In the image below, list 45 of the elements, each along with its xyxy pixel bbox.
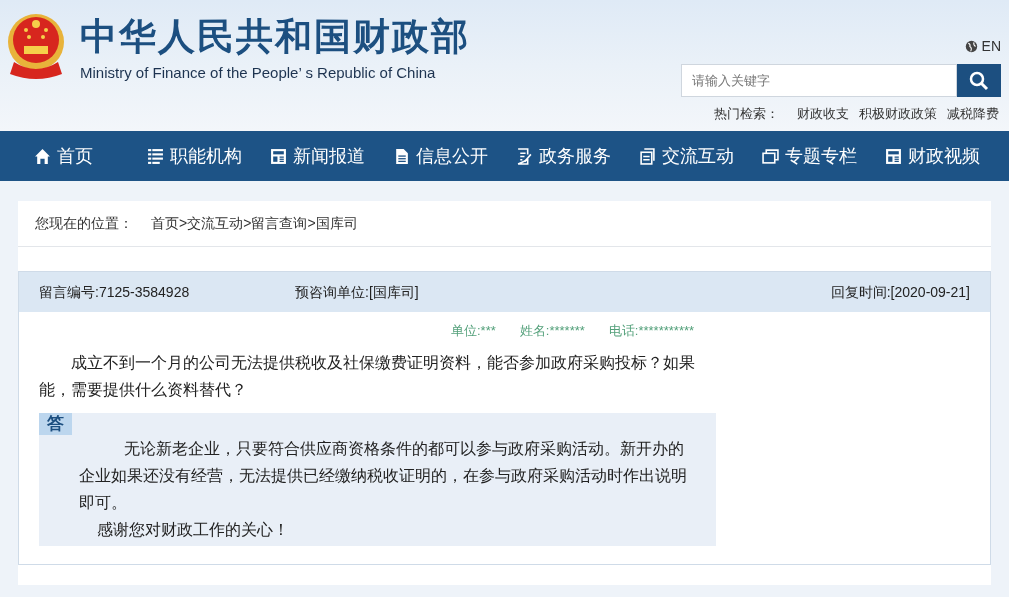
sender-info: 姓名:******* [519, 322, 585, 340]
site-title: 中华人民共和国财政部 [80, 16, 470, 58]
sender-info: 单位:*** [451, 322, 496, 340]
newspaper-icon [885, 147, 902, 165]
search-icon [969, 70, 989, 91]
hot-search-label: 热门检索： [714, 105, 779, 123]
site-subtitle: Ministry of Finance of the People’ s Republic of China [80, 63, 437, 83]
home-icon [34, 147, 51, 165]
breadcrumb-label: 您现在的位置： [35, 214, 133, 233]
breadcrumb-link[interactable]: 交流互动 [187, 213, 244, 234]
breadcrumb-link[interactable]: 首页 [151, 213, 179, 234]
message-number: 留言编号:7125-3584928 [39, 282, 191, 302]
nav-item[interactable]: 职能机构 [147, 142, 242, 170]
globe-icon [964, 40, 978, 53]
consult-unit: 预咨询单位:[国库司] [295, 282, 420, 302]
sender-info: 电话:*********** [608, 322, 695, 340]
language-link[interactable]: EN [964, 36, 1001, 57]
nav-item[interactable]: 专题专栏 [762, 142, 857, 170]
nav-item[interactable]: 财政视频 [885, 142, 980, 170]
breadcrumb-separator: > [307, 214, 316, 233]
nav-item[interactable]: 信息公开 [393, 142, 488, 170]
nav-item[interactable]: 新闻报道 [270, 142, 365, 170]
copy-icon [639, 147, 656, 165]
answer-tag: 答 [39, 412, 72, 435]
answer-text: 无论新老企业，只要符合供应商资格条件的都可以参与政府采购活动。新开办的企业如果还没有经营，无法提供已经缴纳税收证明的，在参与政府采购活动时作出说明即可。 [79, 438, 688, 513]
breadcrumb-link[interactable]: 国库司 [315, 213, 358, 234]
hot-search-link[interactable]: 减税降费 [947, 104, 999, 124]
window-icon [762, 147, 779, 165]
search-field[interactable]: 请输入关键字 [681, 64, 957, 97]
list-icon [147, 147, 164, 165]
hot-search-link[interactable]: 财政收支 [797, 104, 849, 124]
search-button[interactable] [957, 64, 1001, 97]
breadcrumb-separator: > [243, 214, 252, 233]
nav-item[interactable]: 交流互动 [639, 142, 734, 170]
edit-icon [516, 147, 533, 165]
breadcrumb-link[interactable]: 留言查询 [251, 213, 308, 234]
thanks-text: 感谢您对财政工作的关心！ [97, 519, 290, 540]
newspaper-icon [270, 147, 287, 165]
hot-search-link[interactable]: 积极财政政策 [859, 104, 937, 124]
document-icon [393, 147, 410, 165]
reply-time: 回复时间:[2020-09-21] [830, 282, 970, 302]
nav-item[interactable]: 首页 [34, 142, 93, 170]
breadcrumb-separator: > [179, 214, 188, 233]
nav-item[interactable]: 政务服务 [516, 142, 611, 170]
question-text: 成立不到一个月的公司无法提供税收及社保缴费证明资料，能否参加政府采购投标？如果能，需要提供什么资料替代？ [39, 352, 696, 400]
